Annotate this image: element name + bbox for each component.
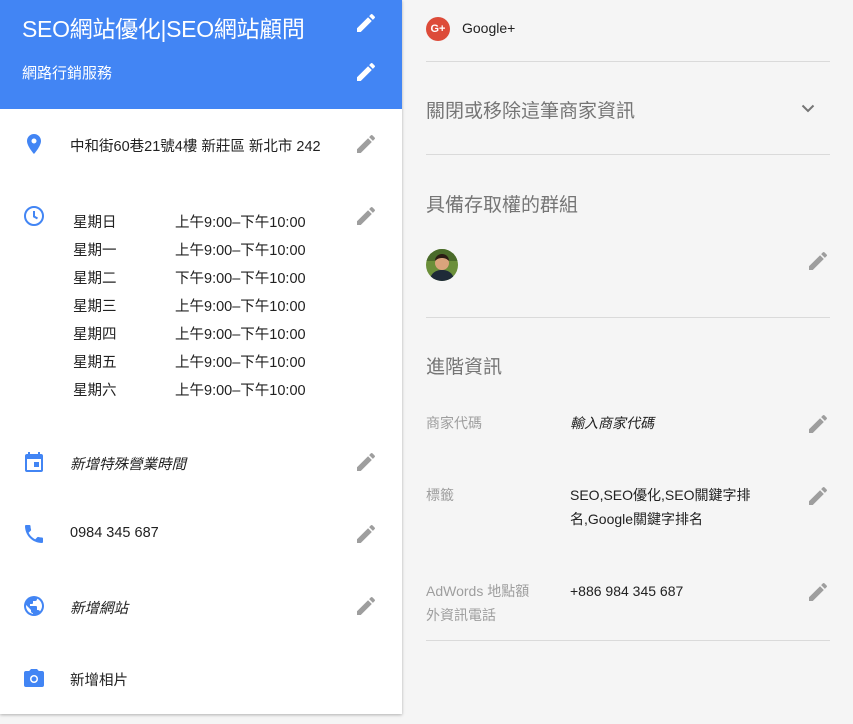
day-label: 星期日 <box>73 214 117 231</box>
hours-row: 星期六 上午9:00–下午10:00 <box>73 375 306 403</box>
edit-category-icon[interactable] <box>354 60 378 84</box>
labels-value-line1[interactable]: SEO,SEO優化,SEO關鍵字排 <box>570 483 750 507</box>
avatar[interactable] <box>426 249 458 281</box>
adwords-phone-label-line1: AdWords 地點額 <box>426 583 530 599</box>
advanced-info-title: 進階資訊 <box>426 357 503 378</box>
phone-number[interactable]: 0984 345 687 <box>70 525 159 541</box>
google-plus-icon: G+ <box>426 17 450 41</box>
time-range: 上午9:00–下午10:00 <box>175 298 306 315</box>
chevron-down-icon[interactable] <box>796 96 820 120</box>
day-label: 星期一 <box>73 242 117 259</box>
labels-label: 標籤 <box>426 487 454 503</box>
time-range: 上午9:00–下午10:00 <box>175 326 306 343</box>
labels-value-line2[interactable]: 名,Google關鍵字排名 <box>570 507 703 531</box>
access-group-title: 具備存取權的群組 <box>426 195 579 216</box>
adwords-phone-value[interactable]: +886 984 345 687 <box>570 579 683 603</box>
business-name: SEO網站優化|SEO網站顧問 <box>22 16 305 42</box>
address-text[interactable]: 中和街60巷21號4樓 新莊區 新北市 242 <box>70 135 321 156</box>
hours-row: 星期一 上午9:00–下午10:00 <box>73 235 306 263</box>
time-range: 上午9:00–下午10:00 <box>175 382 306 399</box>
google-plus-label[interactable]: Google+ <box>462 20 515 36</box>
day-label: 星期二 <box>73 270 117 287</box>
time-range: 上午9:00–下午10:00 <box>175 214 306 231</box>
edit-store-code-icon[interactable] <box>806 412 830 436</box>
day-label: 星期五 <box>73 354 117 371</box>
adwords-phone-label-line2: 外資訊電話 <box>426 607 496 623</box>
clock-icon <box>24 206 44 226</box>
hours-row: 星期五 上午9:00–下午10:00 <box>73 347 306 375</box>
divider <box>426 154 830 155</box>
card-header: SEO網站優化|SEO網站顧問 網路行銷服務 <box>0 0 402 109</box>
business-info-card: SEO網站優化|SEO網站顧問 網路行銷服務 中和街60巷21號4樓 新莊區 新… <box>0 0 402 714</box>
edit-business-name-icon[interactable] <box>354 11 378 35</box>
add-special-hours-link[interactable]: 新增特殊營業時間 <box>70 453 186 474</box>
edit-address-icon[interactable] <box>354 132 378 156</box>
day-label: 星期四 <box>73 326 117 343</box>
hours-table[interactable]: 星期日 上午9:00–下午10:00 星期一 上午9:00–下午10:00 星期二下… <box>73 207 306 403</box>
divider <box>426 61 830 62</box>
close-listing-toggle[interactable]: 關閉或移除這筆商家資訊 <box>426 96 635 123</box>
hours-row: 星期日 上午9:00–下午10:00 <box>73 207 306 235</box>
edit-adwords-phone-icon[interactable] <box>806 580 830 604</box>
add-photos-link[interactable]: 新增相片 <box>70 669 128 690</box>
add-website-link[interactable]: 新增網站 <box>70 597 128 618</box>
time-range: 下午9:00–下午10:00 <box>175 270 306 287</box>
globe-icon <box>24 596 44 616</box>
edit-special-hours-icon[interactable] <box>354 450 378 474</box>
day-label: 星期三 <box>73 298 117 315</box>
business-category: 網路行銷服務 <box>22 65 113 82</box>
hours-row: 星期三 上午9:00–下午10:00 <box>73 291 306 319</box>
hours-row: 星期四 上午9:00–下午10:00 <box>73 319 306 347</box>
camera-icon <box>24 669 44 687</box>
divider <box>426 317 830 318</box>
divider <box>426 640 830 641</box>
time-range: 上午9:00–下午10:00 <box>175 242 306 259</box>
store-code-label: 商家代碼 <box>426 415 482 431</box>
edit-labels-icon[interactable] <box>806 484 830 508</box>
phone-icon <box>25 525 43 543</box>
day-label: 星期六 <box>73 382 117 399</box>
calendar-icon <box>25 452 43 472</box>
edit-phone-icon[interactable] <box>354 522 378 546</box>
edit-access-group-icon[interactable] <box>806 249 830 273</box>
time-range: 上午9:00–下午10:00 <box>175 354 306 371</box>
edit-hours-icon[interactable] <box>354 204 378 228</box>
edit-website-icon[interactable] <box>354 594 378 618</box>
store-code-value[interactable]: 輸入商家代碼 <box>570 411 654 435</box>
hours-row: 星期二 下午9:00–下午10:00 <box>73 263 306 291</box>
location-pin-icon <box>27 134 41 154</box>
